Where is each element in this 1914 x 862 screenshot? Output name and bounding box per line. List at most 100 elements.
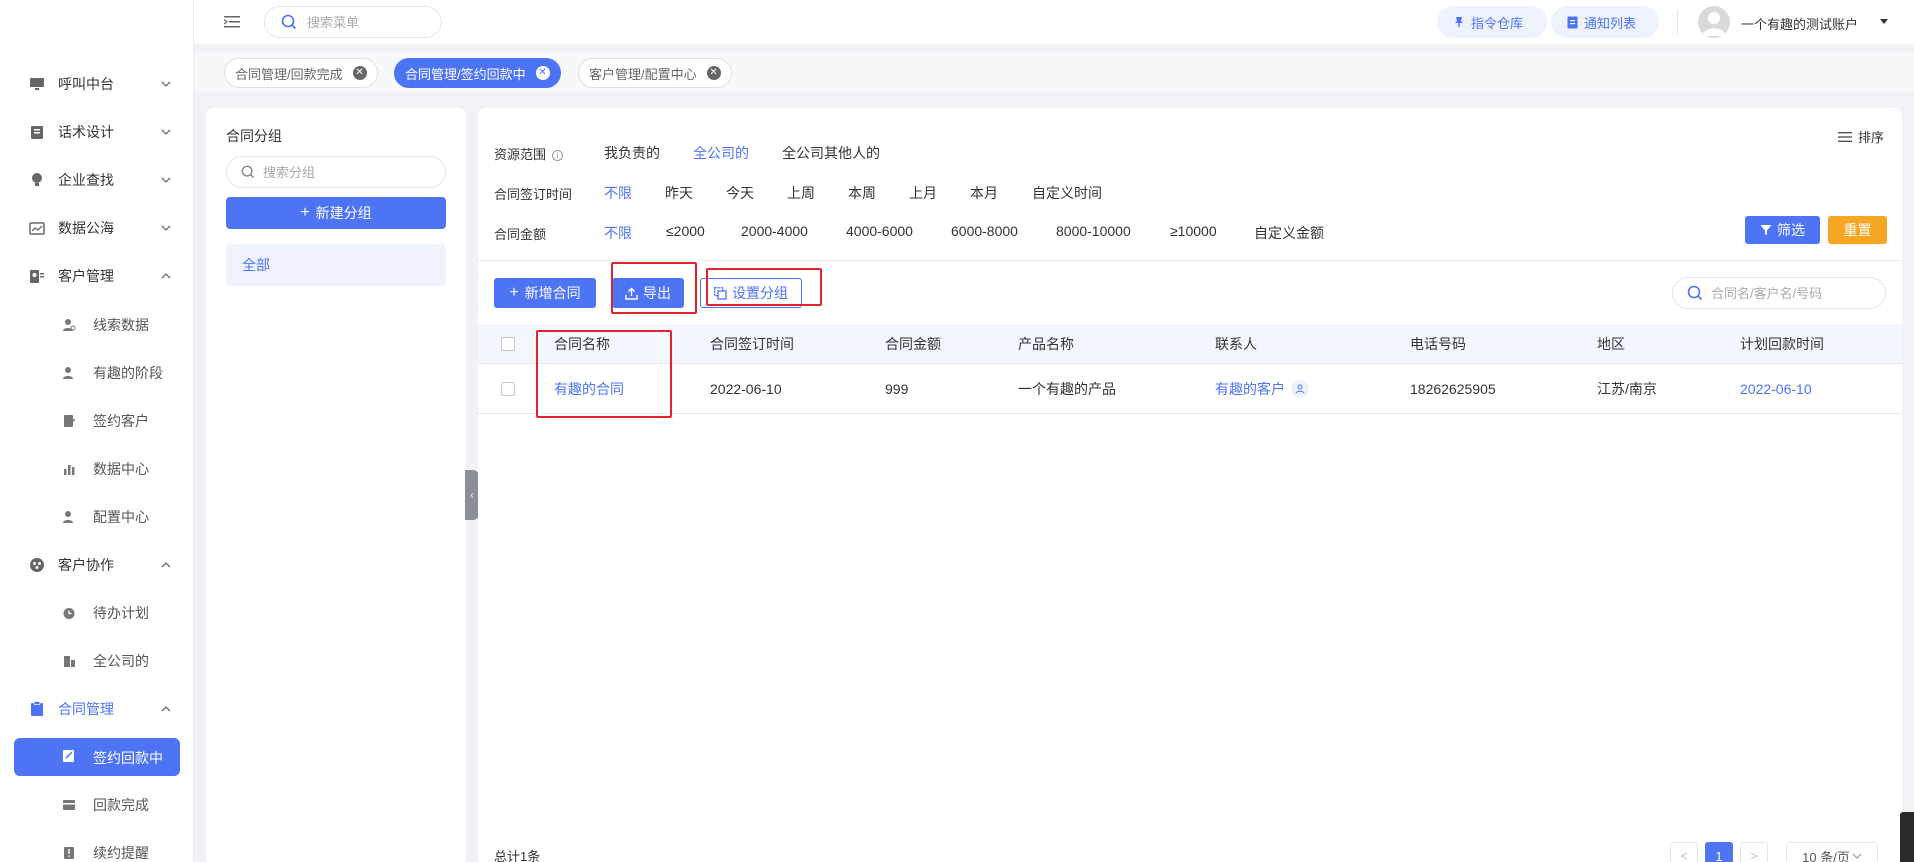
page-number-current[interactable]: 1 [1705,842,1733,862]
sidebar-item-todo-plan[interactable]: 待办计划 [0,593,194,633]
sidebar-item-label: 有趣的阶段 [93,365,163,381]
contract-search-box[interactable] [1672,277,1886,309]
bar-chart-icon [62,462,76,476]
group-search-input[interactable] [263,164,433,180]
amount-option[interactable]: 不限 [604,223,632,243]
menu-search-input[interactable] [307,14,427,30]
close-icon[interactable]: ✕ [535,66,550,80]
column-header[interactable]: 合同签订时间 [710,324,794,363]
sidebar-item-data-sea[interactable]: 数据公海 [0,208,194,248]
column-header[interactable]: 计划回款时间 [1740,324,1824,363]
sidebar-item-stage[interactable]: 有趣的阶段 [0,353,194,393]
sidebar-item-data-center[interactable]: 数据中心 [0,449,194,489]
chevron-up-icon [160,270,172,282]
row-checkbox[interactable] [501,364,515,413]
sidebar-item-customer-collab[interactable]: 客户协作 [0,545,194,585]
contact-cell[interactable]: 有趣的客户 [1215,364,1309,413]
column-header[interactable]: 地区 [1597,324,1625,363]
column-header[interactable]: 联系人 [1215,324,1257,363]
sign-time-option[interactable]: 昨天 [665,183,693,203]
sidebar-item-payment-done[interactable]: 回款完成 [0,785,194,825]
page-size-select[interactable]: 10 条/页 [1786,842,1878,862]
sign-time-option[interactable]: 不限 [604,183,632,203]
collab-icon [28,557,46,573]
filter-label: 筛选 [1777,222,1805,238]
contract-search-input[interactable] [1711,285,1881,301]
menu-search-box[interactable] [264,6,442,38]
account-name[interactable]: 一个有趣的测试账户 [1741,14,1858,33]
collapse-handle[interactable]: ‹ [465,470,479,520]
select-all-checkbox[interactable] [501,324,515,363]
amount-option[interactable]: ≥10000 [1170,223,1217,239]
sidebar-item-leads[interactable]: 线索数据 [0,305,194,345]
sidebar-item-config-center[interactable]: 配置中心 [0,497,194,537]
filter-button[interactable]: 筛选 [1745,216,1820,244]
tab-config-center[interactable]: 客户管理/配置中心 ✕ [578,58,732,88]
amount-filter-label: 合同金额 [494,227,547,242]
column-header[interactable]: 产品名称 [1018,324,1074,363]
notify-list-button[interactable]: 通知列表 [1551,6,1659,38]
sign-time-option[interactable]: 本月 [970,183,998,203]
person-icon[interactable] [1291,379,1309,398]
sort-button[interactable]: 排序 [1838,127,1884,146]
next-page-button[interactable]: > [1740,842,1768,862]
person-search-icon [62,318,76,332]
amount-option[interactable]: ≤2000 [666,223,705,239]
sidebar-item-whole-company[interactable]: 全公司的 [0,641,194,681]
annotation-box-set-group [706,268,822,306]
tab-payment-done[interactable]: 合同管理/回款完成 ✕ [224,58,378,88]
edit-doc-icon [62,749,76,766]
command-store-button[interactable]: 指令仓库 [1437,6,1547,38]
sidebar-item-contract-mgmt[interactable]: 合同管理 [0,689,194,729]
close-icon[interactable]: ✕ [706,66,721,80]
menu-toggle-icon[interactable] [223,15,240,29]
plan-time-link[interactable]: 2022-06-10 [1740,364,1812,413]
reset-button[interactable]: 重置 [1828,216,1887,244]
amount-option[interactable]: 6000-8000 [951,223,1018,239]
new-group-button[interactable]: + 新建分组 [226,197,446,229]
reset-label: 重置 [1843,222,1872,238]
sign-time-cell: 2022-06-10 [710,380,782,397]
avatar[interactable] [1698,6,1730,38]
scope-option-mine[interactable]: 我负责的 [604,143,660,163]
sidebar-item-renewal-reminder[interactable]: 续约提醒 [0,833,194,862]
alert-doc-icon [62,846,76,860]
contact-link[interactable]: 有趣的客户 [1215,379,1285,399]
sidebar-item-company-search[interactable]: 企业查找 [0,160,194,200]
close-icon[interactable]: ✕ [352,66,367,80]
sidebar-item-call-center[interactable]: 呼叫中台 [0,64,194,104]
group-item-all[interactable]: 全部 [226,244,446,286]
sidebar-item-script-design[interactable]: 话术设计 [0,112,194,152]
tab-signing-payment[interactable]: 合同管理/签约回款中 ✕ [394,58,561,88]
sidebar-item-signed-customers[interactable]: 签约客户 [0,401,194,441]
sign-time-option[interactable]: 自定义时间 [1032,183,1102,203]
scope-option-others[interactable]: 全公司其他人的 [782,143,880,163]
column-header[interactable]: 电话号码 [1410,324,1466,363]
scope-option-company[interactable]: 全公司的 [693,143,749,163]
sidebar-item-label: 线索数据 [93,317,149,333]
amount-option[interactable]: 4000-6000 [846,223,913,239]
sign-time-option[interactable]: 本周 [848,183,876,203]
sign-time-option[interactable]: 上月 [909,183,937,203]
sign-time-option[interactable]: 上周 [787,183,815,203]
sidebar-item-customer-mgmt[interactable]: 客户管理 [0,256,194,296]
command-store-label: 指令仓库 [1471,15,1524,31]
caret-down-icon[interactable] [1880,19,1888,24]
sidebar-item-label: 数据中心 [93,461,149,477]
annotation-box-contract-name [536,330,672,418]
search-icon [281,14,297,30]
amount-option[interactable]: 自定义金额 [1254,223,1324,243]
sign-doc-icon [62,414,76,428]
region-cell: 江苏/南京 [1597,380,1657,397]
sidebar-item-signing-payment[interactable]: 签约回款中 [14,738,180,776]
amount-option[interactable]: 8000-10000 [1056,223,1131,239]
amount-option[interactable]: 2000-4000 [741,223,808,239]
scrollbar[interactable] [1900,812,1914,862]
prev-page-button[interactable]: < [1670,842,1698,862]
divider [478,260,1902,261]
add-contract-button[interactable]: + 新增合同 [494,278,596,308]
sign-time-option[interactable]: 今天 [726,183,754,203]
column-header[interactable]: 合同金额 [885,324,941,363]
chevron-down-icon [160,222,172,234]
group-search-box[interactable] [226,156,446,188]
